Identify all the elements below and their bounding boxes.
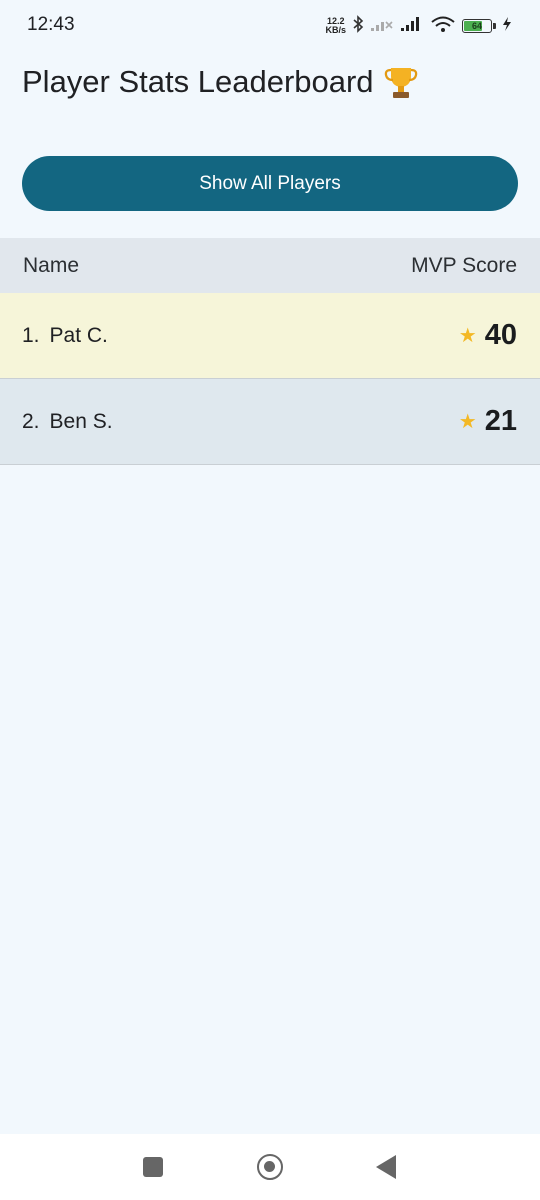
score-cell: ★ 21 <box>459 405 517 438</box>
player-cell: 2. Ben S. <box>22 410 113 434</box>
recents-icon[interactable] <box>143 1157 163 1177</box>
network-speed: 12.2 KB/s <box>325 17 346 35</box>
home-icon[interactable] <box>257 1154 283 1180</box>
table-row[interactable]: 1. Pat C. ★ 40 <box>0 293 540 379</box>
battery-level: 64 <box>471 21 482 31</box>
column-header-mvp-score: MVP Score <box>411 253 517 277</box>
column-header-name: Name <box>23 253 80 277</box>
table-row[interactable]: 2. Ben S. ★ 21 <box>0 379 540 465</box>
player-name: Pat C. <box>49 323 108 347</box>
wifi-icon <box>430 15 456 38</box>
status-icons: 12.2 KB/s 64 <box>325 14 512 38</box>
page-title-text: Player Stats Leaderboard <box>22 64 374 99</box>
score-cell: ★ 40 <box>459 319 517 352</box>
show-all-players-button[interactable]: Show All Players <box>22 156 518 211</box>
star-icon: ★ <box>458 411 477 433</box>
signal-strength-icon <box>400 16 424 37</box>
player-name: Ben S. <box>49 409 113 433</box>
signal-icon <box>370 16 394 37</box>
mvp-score: 40 <box>484 319 517 351</box>
trophy-icon <box>384 64 418 100</box>
player-rank: 1. <box>22 323 40 347</box>
page-title: Player Stats Leaderboard <box>22 64 418 100</box>
status-bar: 12:43 12.2 KB/s 64 <box>0 0 540 52</box>
network-speed-unit: KB/s <box>325 25 346 35</box>
battery-icon: 64 <box>462 19 492 33</box>
table-header: Name MVP Score <box>0 238 540 293</box>
navigation-bar <box>0 1134 540 1200</box>
player-cell: 1. Pat C. <box>22 324 108 348</box>
back-icon[interactable] <box>376 1155 396 1179</box>
bluetooth-icon <box>352 14 364 38</box>
mvp-score: 21 <box>484 405 517 437</box>
status-time: 12:43 <box>27 14 75 35</box>
star-icon: ★ <box>458 325 477 347</box>
charging-icon <box>502 16 512 37</box>
player-rank: 2. <box>22 409 40 433</box>
battery-cap <box>493 23 496 29</box>
